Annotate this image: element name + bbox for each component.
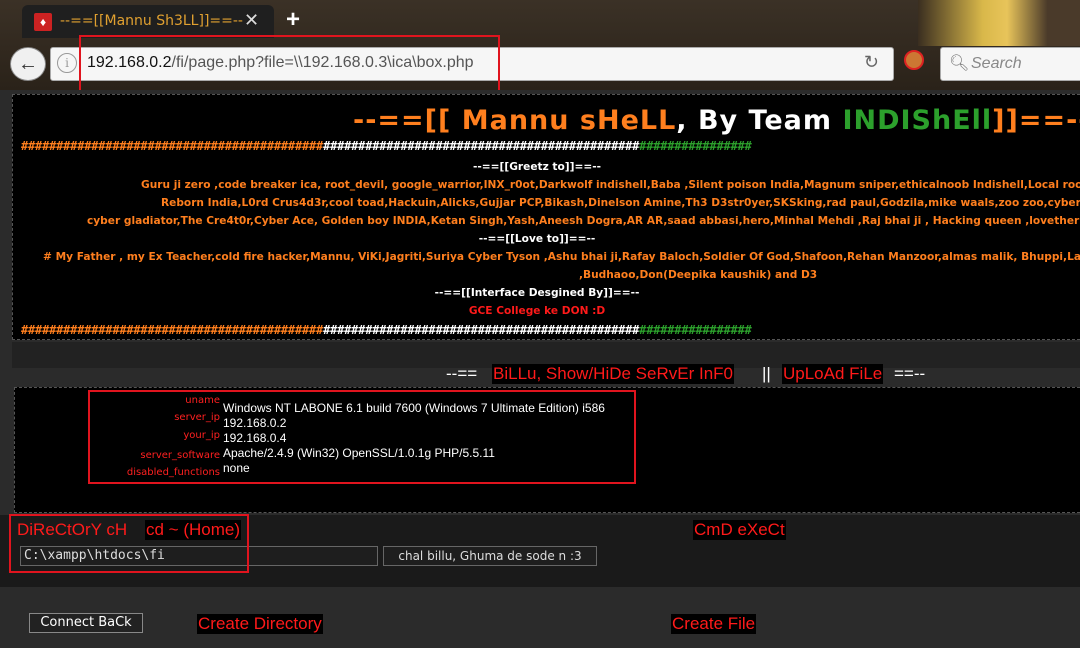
show-hide-server-info-link[interactable]: BiLLu, Show/HiDe SeRvEr InF0 xyxy=(492,364,734,384)
love-line: ,Budhaoo,Don(Deepika kaushik) and D3 xyxy=(579,269,818,281)
love-header: --==[[Love to]]==-- xyxy=(478,233,596,245)
hash-white: ########################################… xyxy=(323,323,640,337)
back-arrow-icon[interactable]: ← xyxy=(10,47,46,81)
toggle-suffix: ==-- xyxy=(894,364,926,383)
cmd-execute-header: CmD eXeCt xyxy=(693,520,786,540)
actions-section xyxy=(0,587,1080,648)
highlight-box-server-info xyxy=(88,390,636,484)
close-icon[interactable]: ✕ xyxy=(244,10,259,31)
hash-green: ################ xyxy=(639,323,752,337)
love-line: # My Father , my Ex Teacher,cold fire ha… xyxy=(43,251,1080,263)
tab-title: --==[[Mannu Sh3LL]]==-- xyxy=(60,13,243,29)
interface-header: --==[[Interface Desgined By]]==-- xyxy=(434,287,640,299)
interface-credit: GCE College ke DON :D xyxy=(468,305,606,317)
noscript-icon[interactable] xyxy=(904,50,924,70)
create-directory-link[interactable]: Create Directory xyxy=(197,614,323,634)
create-file-link[interactable]: Create File xyxy=(671,614,757,634)
hash-orange: ########################################… xyxy=(21,139,324,153)
title-team: INDIShEll xyxy=(842,105,993,136)
title-name: Mannu sHeLL xyxy=(451,105,677,136)
search-placeholder: Search xyxy=(971,55,1022,72)
search-icon: 🔍︎ xyxy=(949,55,970,72)
plus-icon[interactable]: + xyxy=(286,6,300,34)
hash-divider-top: ########################################… xyxy=(21,139,752,153)
shell-banner: --==[[ Mannu sHeLL, By Team INDIShEll]]=… xyxy=(12,94,1080,340)
hash-green: ################ xyxy=(639,139,752,153)
toggle-separator: || xyxy=(762,364,771,383)
hash-orange: ########################################… xyxy=(21,323,324,337)
title-suffix: ]]==-- xyxy=(992,105,1080,136)
toggle-prefix: --== xyxy=(446,364,478,383)
highlight-box-url xyxy=(79,35,500,97)
title-by: , By Team xyxy=(676,105,843,136)
title-prefix: --==[[ xyxy=(353,105,452,136)
highlight-box-directory xyxy=(9,514,249,573)
info-icon[interactable]: i xyxy=(57,53,77,73)
connect-back-button[interactable]: Connect BaCk xyxy=(29,613,143,633)
directory-submit-button[interactable]: chal billu, Ghuma de sode n :3 xyxy=(383,546,597,566)
reload-icon[interactable]: ↻ xyxy=(864,52,879,73)
page-body: --==[[ Mannu sHeLL, By Team INDIShEll]]=… xyxy=(0,90,1080,648)
browser-tab[interactable]: ♦ --==[[Mannu Sh3LL]]==-- ✕ xyxy=(22,5,274,38)
hash-white: ########################################… xyxy=(323,139,640,153)
banner-title: --==[[ Mannu sHeLL, By Team INDIShEll]]=… xyxy=(353,105,1080,136)
greetz-line: cyber gladiator,The Cre4t0r,Cyber Ace, G… xyxy=(87,215,1080,227)
hash-divider-bottom: ########################################… xyxy=(21,323,752,337)
greetz-header: --==[[Greetz to]]==-- xyxy=(472,161,601,173)
search-box[interactable]: 🔍︎ Search xyxy=(940,47,1080,81)
favicon-icon: ♦ xyxy=(34,13,52,31)
greetz-line: Reborn India,L0rd Crus4d3r,cool toad,Hac… xyxy=(161,197,1080,209)
upload-file-link[interactable]: UpLoAd FiLe xyxy=(782,364,884,384)
greetz-line: Guru ji zero ,code breaker ica, root_dev… xyxy=(141,179,1080,191)
